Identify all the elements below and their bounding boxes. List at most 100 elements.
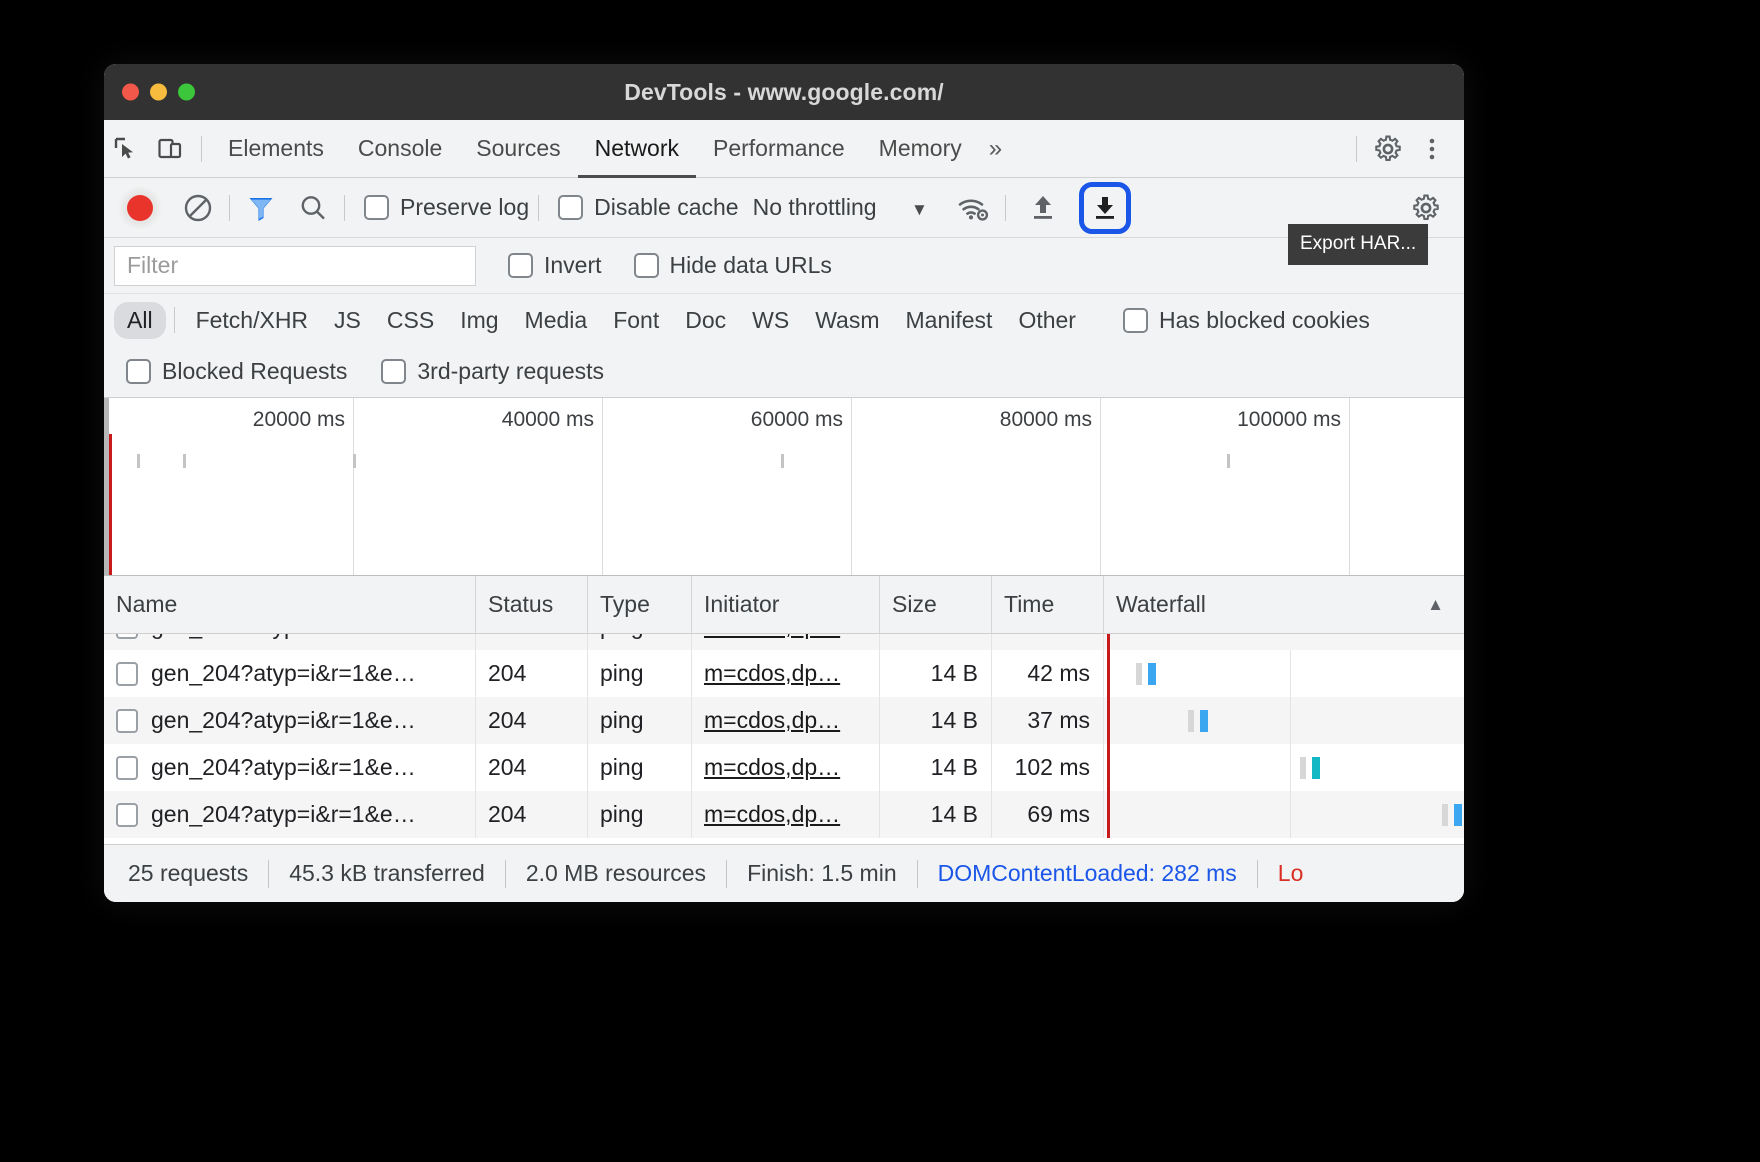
throttling-select[interactable]: No throttling ▼	[753, 194, 928, 221]
type-filter-other[interactable]: Other	[1005, 302, 1089, 339]
waterfall-download-segment	[1454, 803, 1462, 826]
type-filter-font[interactable]: Font	[600, 302, 672, 339]
tab-memory[interactable]: Memory	[862, 120, 979, 178]
waterfall-divider	[1290, 697, 1291, 744]
table-row-partial[interactable]: gen_204?atyp=i&r=1&e… 204 ping m=cdos,dp…	[104, 634, 1464, 650]
column-header-waterfall[interactable]: Waterfall ▲	[1104, 576, 1464, 634]
waterfall-divider	[1290, 650, 1291, 697]
cell-status: 204	[476, 634, 588, 650]
settings-gear-icon[interactable]	[1366, 127, 1410, 171]
waterfall-bar	[1136, 662, 1158, 685]
export-har-button[interactable]	[1078, 181, 1131, 234]
waterfall-dcl-line	[1107, 744, 1110, 791]
row-checkbox[interactable]	[116, 708, 138, 733]
type-filter-manifest[interactable]: Manifest	[893, 302, 1006, 339]
maximize-window-button[interactable]	[178, 83, 195, 101]
network-overview-timeline[interactable]: 20000 ms 40000 ms 60000 ms 80000 ms 1000…	[104, 398, 1464, 576]
column-header-size[interactable]: Size	[880, 575, 992, 634]
import-har-button[interactable]	[1021, 186, 1065, 230]
type-filter-ws[interactable]: WS	[739, 302, 802, 339]
table-row[interactable]: gen_204?atyp=i&r=1&e… 204 ping m=cdos,dp…	[104, 650, 1464, 697]
column-header-status[interactable]: Status	[476, 575, 588, 634]
disable-cache-checkbox[interactable]: Disable cache	[558, 194, 739, 221]
tab-elements[interactable]: Elements	[211, 120, 341, 178]
initiator-link[interactable]: m=cdos,dp…	[704, 801, 840, 828]
device-toolbar-icon[interactable]	[148, 127, 192, 171]
cell-waterfall	[1104, 697, 1464, 744]
network-conditions-wifi-icon[interactable]	[952, 186, 996, 230]
cell-status: 204	[476, 744, 588, 791]
row-checkbox[interactable]	[116, 755, 138, 780]
window-title: DevTools - www.google.com/	[624, 78, 944, 105]
hide-data-urls-checkbox[interactable]: Hide data URLs	[633, 252, 832, 279]
type-filter-js[interactable]: JS	[321, 302, 374, 339]
tab-sources[interactable]: Sources	[459, 120, 577, 178]
row-checkbox[interactable]	[116, 661, 138, 686]
initiator-link[interactable]: m=cdos,dp…	[704, 634, 840, 640]
sort-ascending-icon: ▲	[1427, 594, 1444, 614]
inspect-icon[interactable]	[104, 127, 148, 171]
type-filter-wasm[interactable]: Wasm	[802, 302, 892, 339]
column-header-type[interactable]: Type	[588, 575, 692, 634]
waterfall-download-segment	[1148, 662, 1156, 685]
waterfall-bar	[1442, 803, 1464, 826]
export-har-tooltip: Export HAR...	[1288, 224, 1429, 265]
overview-request-tick	[781, 454, 784, 468]
type-filter-img[interactable]: Img	[447, 302, 511, 339]
cell-waterfall	[1104, 744, 1464, 791]
cell-initiator: m=cdos,dp…	[692, 634, 880, 650]
status-divider	[916, 859, 918, 888]
initiator-link[interactable]: m=cdos,dp…	[704, 660, 840, 687]
minimize-window-button[interactable]	[150, 83, 167, 101]
row-checkbox[interactable]	[116, 802, 138, 827]
window-titlebar: DevTools - www.google.com/	[104, 64, 1464, 120]
cell-type: ping	[588, 791, 692, 838]
initiator-link[interactable]: m=cdos,dp…	[704, 707, 840, 734]
checkbox-box	[508, 253, 533, 278]
close-window-button[interactable]	[122, 83, 139, 101]
row-checkbox[interactable]	[116, 634, 138, 639]
filter-input[interactable]: Filter	[114, 245, 476, 286]
preserve-log-checkbox[interactable]: Preserve log	[364, 194, 529, 221]
cell-name: gen_204?atyp=i&r=1&e…	[104, 744, 476, 791]
network-settings-gear-icon[interactable]	[1404, 186, 1448, 230]
type-filter-media[interactable]: Media	[512, 302, 601, 339]
invert-checkbox[interactable]: Invert	[508, 252, 602, 279]
type-filter-css[interactable]: CSS	[374, 302, 447, 339]
column-header-time[interactable]: Time	[992, 575, 1104, 634]
network-status-bar: 25 requests 45.3 kB transferred 2.0 MB r…	[104, 844, 1464, 902]
blocked-requests-label: Blocked Requests	[162, 358, 348, 384]
table-row[interactable]: gen_204?atyp=i&r=1&e… 204 ping m=cdos,dp…	[104, 744, 1464, 791]
cell-status: 204	[476, 650, 588, 697]
clear-button[interactable]	[176, 186, 220, 230]
record-button[interactable]	[118, 185, 162, 230]
tab-console[interactable]: Console	[341, 120, 459, 178]
cell-size: 14 B	[880, 634, 992, 650]
tab-performance[interactable]: Performance	[696, 120, 862, 178]
overview-request-tick	[353, 454, 356, 468]
column-header-initiator[interactable]: Initiator	[692, 575, 880, 634]
overview-request-tick	[1227, 454, 1230, 468]
tab-network[interactable]: Network	[578, 120, 696, 178]
column-header-name[interactable]: Name	[104, 575, 476, 634]
has-blocked-cookies-checkbox[interactable]: Has blocked cookies	[1122, 307, 1370, 334]
filter-icon[interactable]	[239, 186, 283, 230]
table-row[interactable]: gen_204?atyp=i&r=1&e… 204 ping m=cdos,dp…	[104, 791, 1464, 838]
blocked-requests-checkbox[interactable]: Blocked Requests	[126, 358, 347, 385]
toolbar-divider	[229, 194, 230, 221]
third-party-requests-checkbox[interactable]: 3rd-party requests	[381, 358, 604, 385]
type-filter-doc[interactable]: Doc	[672, 302, 739, 339]
more-tabs-chevron-icon[interactable]: »	[979, 135, 1012, 163]
overview-body[interactable]: 20000 ms 40000 ms 60000 ms 80000 ms 1000…	[109, 398, 1464, 575]
initiator-link[interactable]: m=cdos,dp…	[704, 754, 840, 781]
toolbar-divider	[1356, 135, 1357, 162]
toolbar-divider	[344, 194, 345, 221]
table-row[interactable]: gen_204?atyp=i&r=1&e… 204 ping m=cdos,dp…	[104, 697, 1464, 744]
cell-initiator: m=cdos,dp…	[692, 791, 880, 838]
type-filter-all[interactable]: All	[114, 301, 166, 339]
type-filter-fetch-xhr[interactable]: Fetch/XHR	[183, 302, 321, 339]
more-vertical-icon[interactable]	[1410, 127, 1454, 171]
cell-size: 14 B	[880, 697, 992, 744]
cell-initiator: m=cdos,dp…	[692, 744, 880, 791]
search-icon[interactable]	[291, 186, 335, 230]
